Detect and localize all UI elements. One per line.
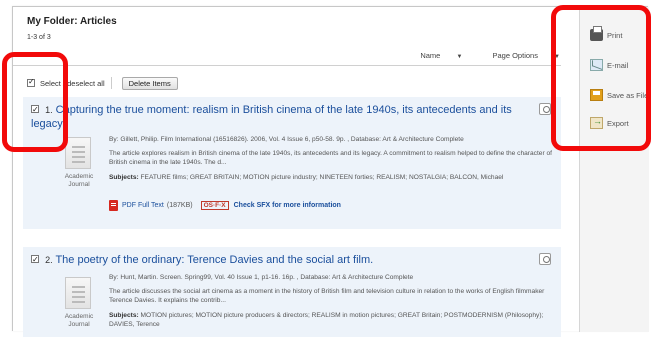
subjects-text[interactable]: FEATURE films; GREAT BRITAIN; MOTION pic… (141, 174, 504, 181)
result-count: 1-3 of 3 (27, 34, 51, 41)
sfx-badge[interactable]: OS·F·X (200, 201, 229, 210)
result-title-link[interactable]: The poetry of the ordinary: Terence Davi… (55, 254, 373, 266)
subjects-label: Subjects: (109, 174, 139, 181)
result-item: 1. Capturing the true moment: realism in… (23, 97, 561, 229)
result-title: 2. The poetry of the ordinary: Terence D… (31, 253, 546, 267)
result-checkbox[interactable] (31, 253, 39, 267)
highlight-checkboxes (2, 52, 68, 152)
document-icon (65, 277, 91, 309)
subjects-text[interactable]: MOTION pictures; MOTION picture producer… (109, 312, 543, 328)
pdf-size: (187KB) (166, 202, 193, 209)
divider (13, 65, 561, 66)
result-byline: By: Hunt, Martin. Screen. Spring99, Vol.… (109, 274, 414, 281)
pdf-icon (109, 200, 118, 211)
doc-type-label: Academic Journal (64, 313, 94, 328)
subjects-label: Subjects: (109, 312, 139, 319)
highlight-tools (551, 5, 651, 151)
result-abstract: The article explores realism in British … (109, 150, 552, 166)
page-title: My Folder: Articles (27, 16, 117, 27)
result-subjects: Subjects: MOTION pictures; MOTION pictur… (109, 311, 559, 329)
chevron-down-icon: ▼ (456, 54, 463, 60)
doc-type-label: Academic Journal (64, 173, 94, 188)
sort-name-label: Name (420, 51, 441, 60)
result-links: PDF Full Text (187KB) OS·F·X Check SFX f… (109, 200, 341, 211)
page-options-label: Page Options (492, 51, 538, 60)
result-abstract: The article discusses the social art cin… (109, 288, 545, 304)
sort-name-menu[interactable]: Name ▼ (406, 51, 462, 60)
result-byline: By: Gillett, Philip. Film International … (109, 136, 464, 143)
result-item: 2. The poetry of the ordinary: Terence D… (23, 247, 561, 337)
delete-items-button[interactable]: Delete Items (121, 76, 178, 90)
results-area: My Folder: Articles 1-3 of 3 Name ▼ Page… (13, 7, 561, 337)
result-title-link[interactable]: Capturing the true moment: realism in Br… (31, 104, 512, 130)
result-number: 2. (45, 255, 53, 265)
document-icon (65, 137, 91, 169)
result-title: 1. Capturing the true moment: realism in… (31, 103, 546, 131)
separator (110, 77, 112, 89)
page-options-menu[interactable]: Page Options ▼ (479, 51, 561, 60)
sort-bar: Name ▼ Page Options ▼ (392, 51, 560, 60)
magnifier-icon[interactable] (539, 103, 551, 115)
result-subjects: Subjects: FEATURE films; GREAT BRITAIN; … (109, 173, 559, 182)
sfx-link[interactable]: Check SFX for more information (234, 202, 341, 209)
magnifier-icon[interactable] (539, 253, 551, 265)
pdf-full-text-link[interactable]: PDF Full Text (122, 202, 164, 209)
